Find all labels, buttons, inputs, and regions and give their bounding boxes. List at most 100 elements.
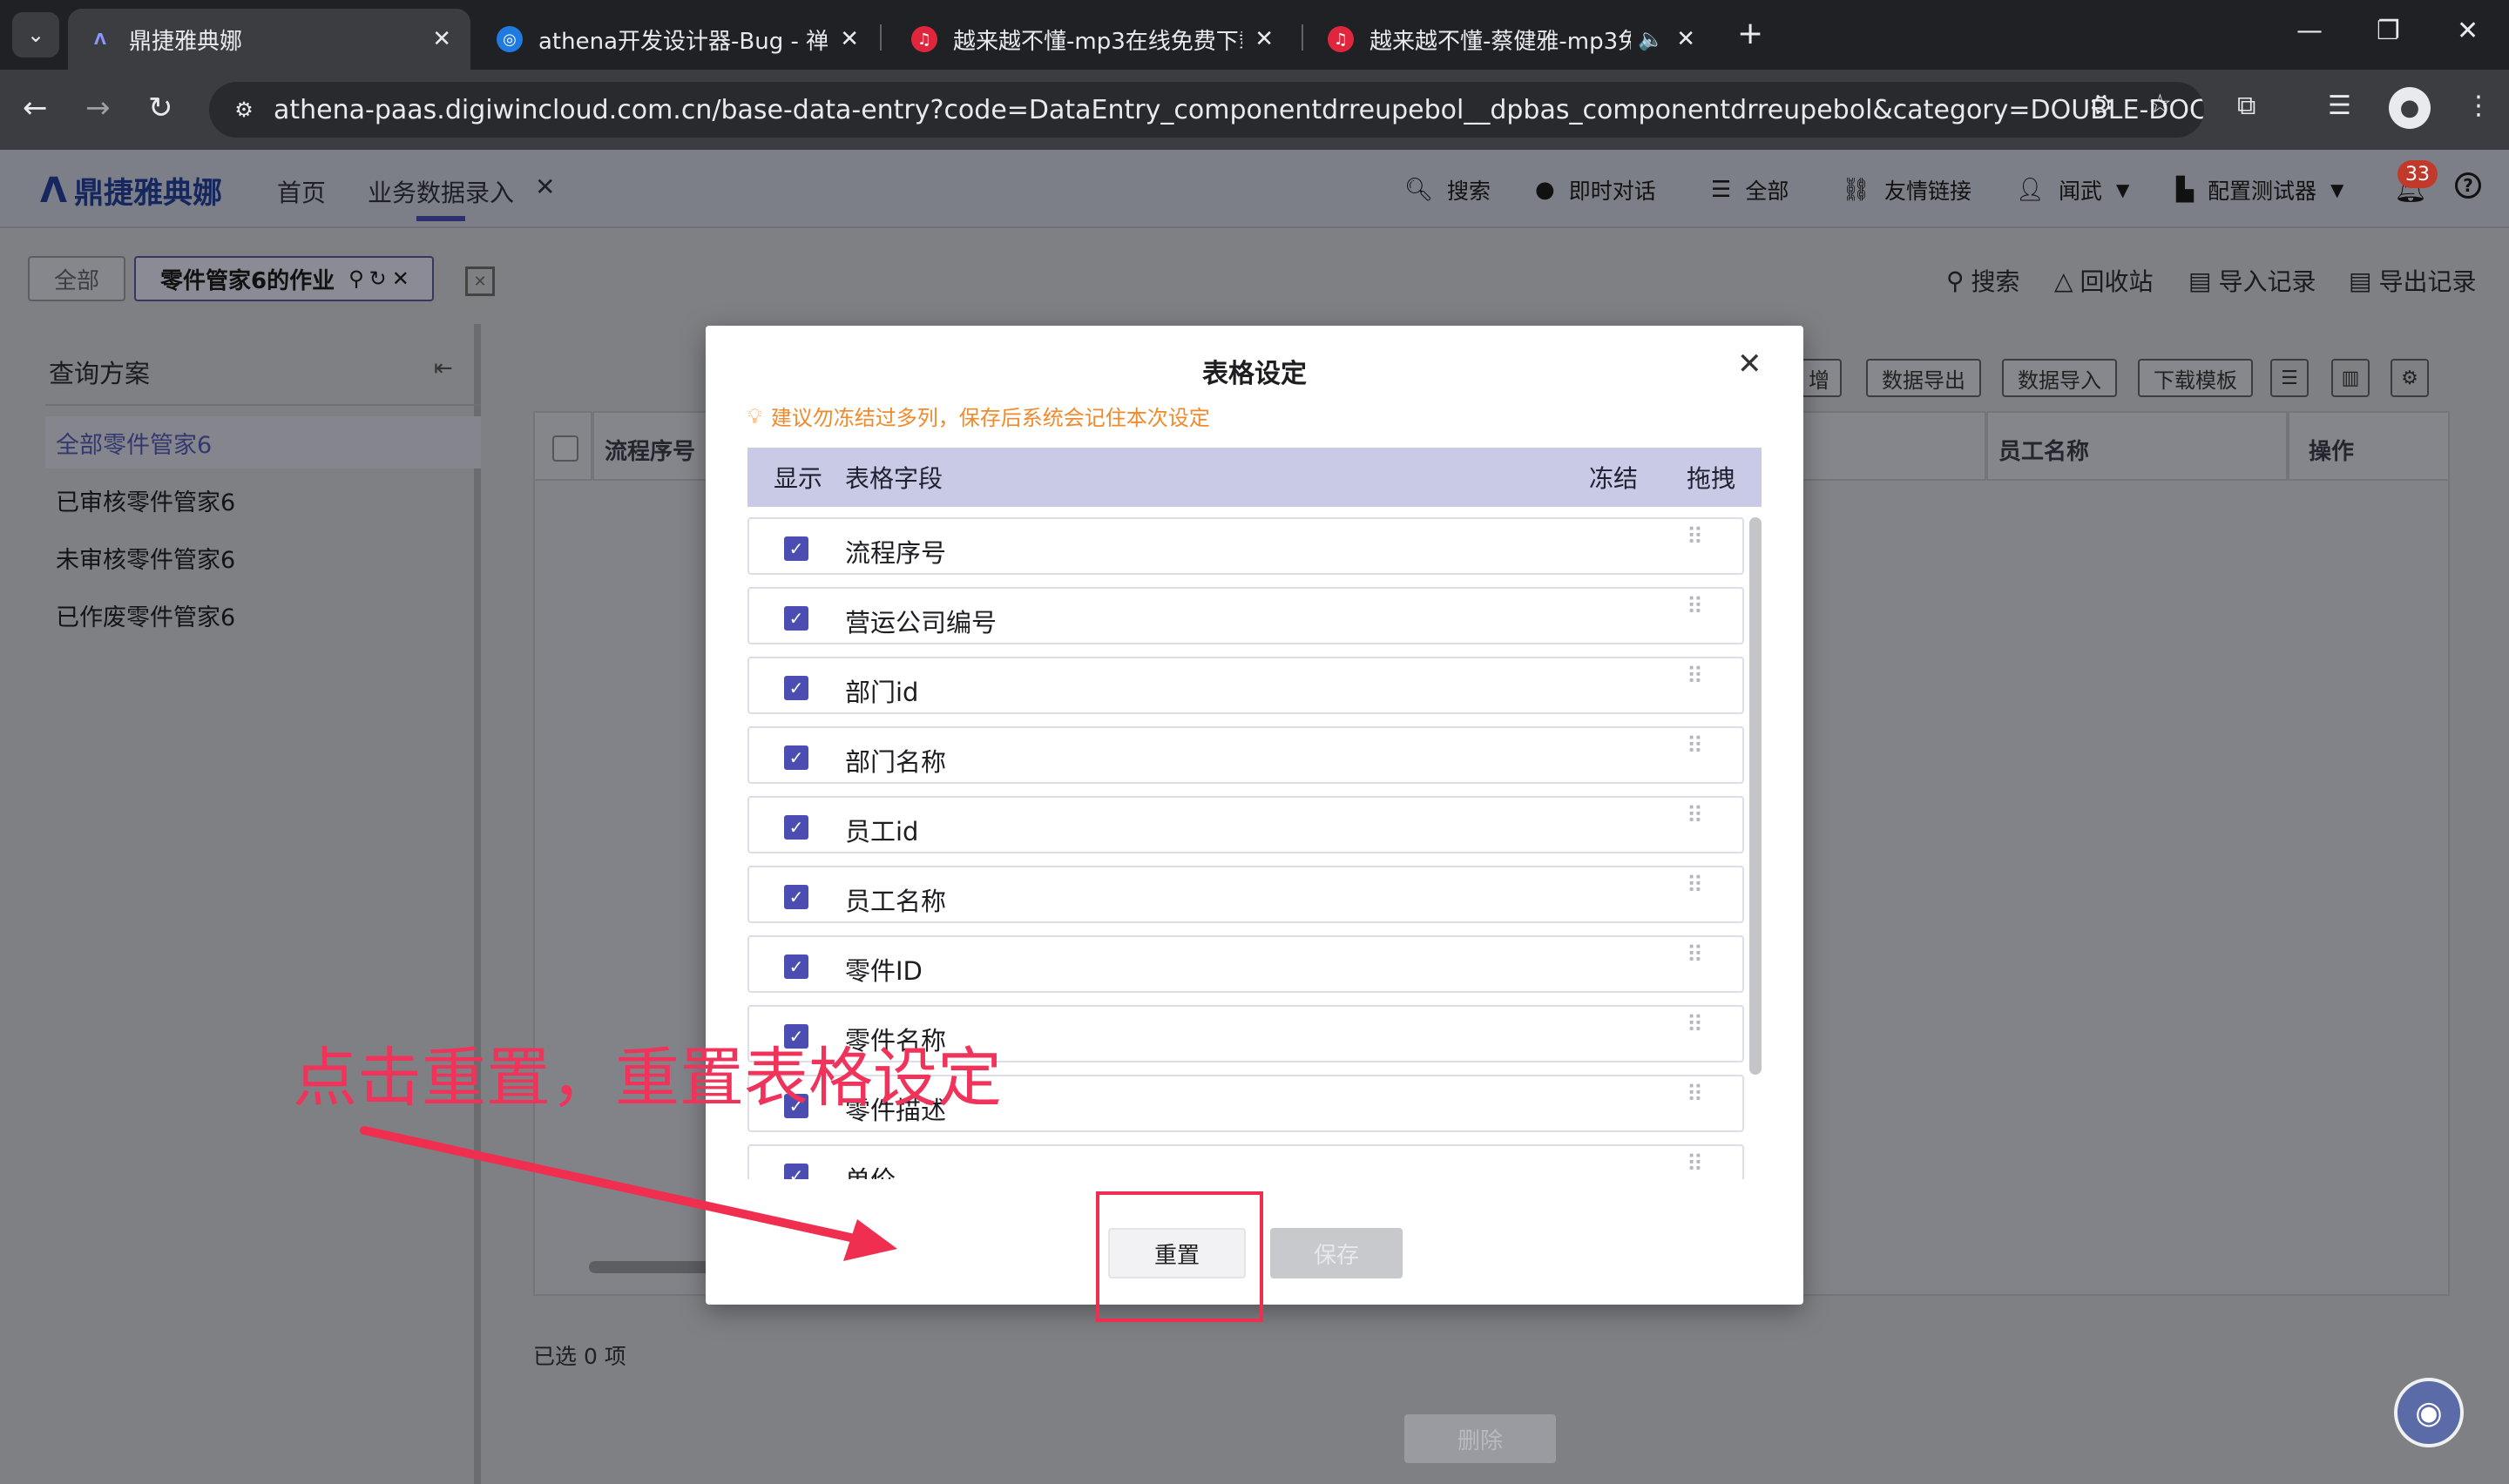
speaker-icon[interactable]: 🔈	[1638, 27, 1664, 51]
subtab-all[interactable]: 全部	[28, 256, 126, 301]
minimize-icon[interactable]: —	[2296, 16, 2323, 46]
show-checkbox[interactable]: ✓	[784, 1164, 808, 1179]
field-label: 员工名称	[845, 887, 947, 916]
show-checkbox[interactable]: ✓	[784, 745, 808, 770]
site-info-icon[interactable]: ⚙	[228, 94, 260, 125]
tab-title: 鼎捷雅典娜	[129, 28, 243, 55]
header-user[interactable]: 👤︎ 闻武 ▼	[2016, 174, 2129, 206]
show-checkbox[interactable]: ✓	[784, 954, 808, 979]
help-icon[interactable]: ?	[2455, 172, 2481, 199]
header-all[interactable]: ☰ 全部	[1711, 174, 1789, 206]
show-checkbox[interactable]: ✓	[784, 676, 808, 700]
tab-separator	[1302, 24, 1303, 51]
drag-handle-icon[interactable]: ⠿	[1687, 1014, 1706, 1036]
column-header-seq[interactable]: 流程序号	[605, 434, 695, 466]
divider	[45, 404, 481, 406]
scheme-item-unapproved[interactable]: 未审核零件管家6	[45, 531, 481, 583]
delete-button[interactable]: 删除	[1404, 1414, 1556, 1463]
show-checkbox[interactable]: ✓	[784, 606, 808, 631]
scheme-item-all[interactable]: 全部零件管家6	[45, 416, 481, 469]
translate-icon[interactable]: ⛭	[2091, 89, 2112, 119]
action-export-log[interactable]: ▤ 导出记录	[2349, 263, 2476, 298]
data-import-button[interactable]: 数据导入	[2002, 359, 2117, 397]
pin-refresh-close-icons[interactable]: ⚲↻✕	[348, 266, 415, 291]
drag-handle-icon[interactable]: ⠿	[1687, 874, 1706, 897]
action-import-log[interactable]: ▤ 导入记录	[2188, 263, 2316, 298]
column-settings-icon[interactable]: ▥	[2331, 359, 2370, 397]
close-icon[interactable]: ✕	[1254, 26, 1274, 52]
show-checkbox[interactable]: ✓	[784, 815, 808, 840]
app-logo[interactable]: Λ 鼎捷雅典娜	[40, 169, 222, 212]
close-icon[interactable]: ✕	[840, 26, 859, 52]
settings-row: ✓ 员工名称 ⠿	[747, 866, 1744, 923]
drag-handle-icon[interactable]: ⠿	[1687, 596, 1706, 618]
query-scheme-panel: 查询方案 ⇤ 全部零件管家6 已审核零件管家6 未审核零件管家6 已作废零件管家…	[28, 324, 481, 1484]
tab-search-menu-button[interactable]: ⌄	[12, 12, 59, 57]
gear-icon[interactable]: ⚙	[2391, 359, 2429, 397]
building-icon: ▙	[2176, 177, 2194, 203]
restore-icon[interactable]: ❐	[2377, 16, 2400, 46]
action-search[interactable]: ⚲ 搜索	[1946, 263, 2020, 298]
select-all-checkbox[interactable]	[552, 435, 578, 462]
header-show: 显示	[774, 464, 823, 493]
browser-tab-music-2[interactable]: ♫ 越来越不懂-蔡健雅-mp3免 🔈 ✕	[1309, 9, 1714, 70]
new-tab-button[interactable]: +	[1737, 16, 1763, 51]
drag-handle-icon[interactable]: ⠿	[1687, 944, 1706, 967]
scheme-item-approved[interactable]: 已审核零件管家6	[45, 474, 481, 526]
more-menu-icon[interactable]: ⋮	[2465, 91, 2492, 121]
drag-handle-icon[interactable]: ⠿	[1687, 526, 1706, 549]
back-icon[interactable]: ←	[23, 91, 48, 125]
close-icon[interactable]: ✕	[535, 172, 555, 201]
assistant-mascot-icon[interactable]: ◉	[2394, 1378, 2464, 1447]
close-icon[interactable]: ✕	[1737, 347, 1762, 381]
column-header-emp-name[interactable]: 员工名称	[1998, 434, 2089, 466]
field-label: 流程序号	[845, 538, 947, 568]
action-recycle[interactable]: △ 回收站	[2054, 263, 2154, 298]
header-search[interactable]: 🔍︎ 搜索	[1404, 174, 1491, 206]
drag-handle-icon[interactable]: ⠿	[1687, 1083, 1706, 1106]
settings-row: ✓ 单价 ⠿	[747, 1144, 1744, 1179]
close-all-tabs-icon[interactable]: ✕	[465, 266, 495, 296]
subtab-active-job[interactable]: 零件管家6的作业 ⚲↻✕	[134, 256, 434, 301]
field-label: 员工id	[845, 817, 919, 847]
extensions-icon[interactable]: ⧉	[2237, 91, 2255, 121]
drag-handle-icon[interactable]: ⠿	[1687, 1153, 1706, 1176]
show-checkbox[interactable]: ✓	[784, 885, 808, 909]
header-links[interactable]: ⛓ 友情链接	[1842, 174, 1971, 206]
nav-business-data-entry[interactable]: 业务数据录入	[368, 174, 514, 221]
bookmark-star-icon[interactable]: ☆	[2148, 89, 2172, 119]
collapse-panel-icon[interactable]: ⇤	[434, 355, 453, 381]
tab-separator	[880, 24, 882, 51]
profile-avatar-icon[interactable]: ●	[2389, 87, 2431, 129]
drag-handle-icon[interactable]: ⠿	[1687, 735, 1706, 758]
annotation-text: 点击重置，重置表格设定	[293, 1041, 1002, 1116]
close-icon[interactable]: ✕	[1676, 26, 1695, 52]
browser-tab-zentao[interactable]: ◎ athena开发设计器-Bug - 禅道 ✕	[477, 9, 878, 70]
download-template-button[interactable]: 下载模板	[2138, 359, 2253, 397]
address-bar[interactable]: ⚙ athena-paas.digiwincloud.com.cn/base-d…	[209, 82, 2204, 138]
data-export-button[interactable]: 数据导出	[1866, 359, 1981, 397]
close-icon[interactable]: ✕	[432, 26, 451, 52]
caret-down-icon: ▼	[2116, 179, 2130, 200]
scheme-item-voided[interactable]: 已作废零件管家6	[45, 589, 481, 641]
logo-text: 鼎捷雅典娜	[73, 176, 222, 211]
settings-row: ✓ 部门名称 ⠿	[747, 726, 1744, 784]
header-config-tester[interactable]: ▙ 配置测试器 ▼	[2176, 174, 2343, 206]
drag-handle-icon[interactable]: ⠿	[1687, 805, 1706, 827]
nav-home[interactable]: 首页	[277, 174, 326, 209]
settings-table-header: 显示 表格字段 冻结 拖拽	[747, 448, 1762, 507]
forward-icon[interactable]: →	[85, 91, 111, 125]
browser-tab-music-1[interactable]: ♫ 越来越不懂-mp3在线免费下载 ✕	[892, 9, 1293, 70]
row-height-icon[interactable]: ☰	[2270, 359, 2309, 397]
window-close-icon[interactable]: ✕	[2457, 16, 2479, 46]
show-checkbox[interactable]: ✓	[784, 536, 808, 561]
reload-icon[interactable]: ↻	[148, 91, 173, 125]
header-chat[interactable]: ● 即时对话	[1535, 174, 1656, 206]
music-icon: ♫	[911, 26, 937, 52]
media-control-icon[interactable]: ☰	[2328, 91, 2351, 121]
save-button[interactable]: 保存	[1270, 1228, 1403, 1278]
vertical-scrollbar[interactable]	[1749, 517, 1762, 1075]
browser-tab-athena[interactable]: Λ 鼎捷雅典娜 ✕	[68, 9, 470, 70]
drag-handle-icon[interactable]: ⠿	[1687, 665, 1706, 688]
browser-tab-bar: ⌄ Λ 鼎捷雅典娜 ✕ ◎ athena开发设计器-Bug - 禅道 ✕ ♫ 越…	[0, 0, 2509, 70]
